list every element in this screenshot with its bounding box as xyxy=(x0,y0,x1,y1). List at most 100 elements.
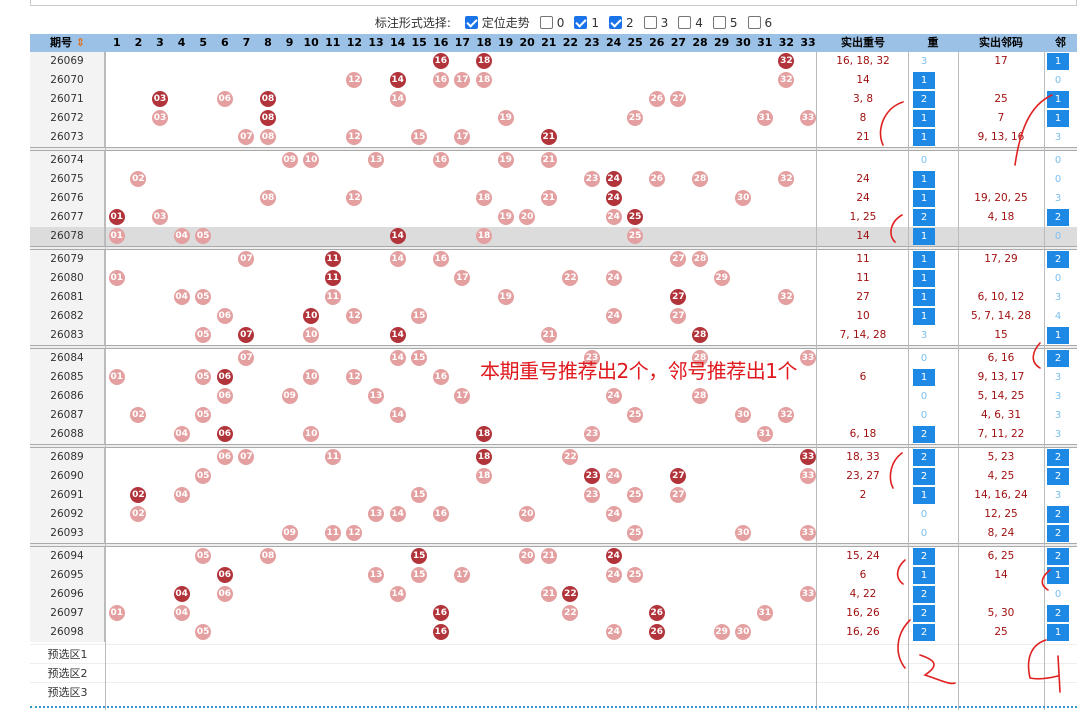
number-ball[interactable]: 25 xyxy=(627,487,644,503)
number-ball[interactable]: 15 xyxy=(411,350,428,366)
number-ball[interactable]: 16 xyxy=(432,624,449,640)
number-ball[interactable]: 26 xyxy=(648,605,665,621)
number-ball[interactable]: 28 xyxy=(692,388,708,404)
number-ball[interactable]: 05 xyxy=(195,624,212,640)
number-ball[interactable]: 21 xyxy=(540,327,557,343)
number-ball[interactable]: 04 xyxy=(173,605,190,621)
number-ball[interactable]: 21 xyxy=(540,190,557,206)
number-ball[interactable]: 23 xyxy=(584,171,600,187)
number-ball[interactable]: 10 xyxy=(303,327,320,343)
number-ball[interactable]: 30 xyxy=(735,624,752,640)
number-ball[interactable]: 21 xyxy=(540,152,557,168)
option-checkbox[interactable] xyxy=(678,16,692,30)
sort-arrows-icon[interactable]: ⇕ xyxy=(72,36,85,49)
number-ball[interactable]: 11 xyxy=(324,525,341,541)
number-ball[interactable]: 16 xyxy=(432,152,449,168)
number-ball[interactable]: 14 xyxy=(389,228,406,244)
number-ball[interactable]: 30 xyxy=(735,407,752,423)
number-ball[interactable]: 19 xyxy=(497,209,514,225)
number-ball[interactable]: 04 xyxy=(173,228,190,244)
number-ball[interactable]: 23 xyxy=(584,468,600,484)
number-ball[interactable]: 26 xyxy=(648,91,665,107)
preselect-row[interactable]: 预选区1 xyxy=(30,644,1077,663)
number-ball[interactable]: 24 xyxy=(605,567,622,583)
number-ball[interactable]: 27 xyxy=(670,308,687,324)
number-ball[interactable]: 24 xyxy=(605,171,622,187)
number-ball[interactable]: 11 xyxy=(324,251,341,267)
number-ball[interactable]: 12 xyxy=(346,525,363,541)
number-ball[interactable]: 31 xyxy=(756,110,773,126)
number-ball[interactable]: 16 xyxy=(432,369,449,385)
option-checkbox[interactable] xyxy=(464,16,478,29)
option-4[interactable]: 3 xyxy=(634,15,668,30)
number-ball[interactable]: 22 xyxy=(562,449,579,465)
number-ball[interactable]: 18 xyxy=(476,468,492,484)
number-ball[interactable]: 10 xyxy=(303,426,320,442)
number-ball[interactable]: 08 xyxy=(260,190,276,206)
number-ball[interactable]: 17 xyxy=(454,72,471,88)
number-ball[interactable]: 27 xyxy=(670,468,687,484)
number-ball[interactable]: 21 xyxy=(540,586,557,602)
number-ball[interactable]: 20 xyxy=(519,548,536,564)
number-ball[interactable]: 14 xyxy=(389,350,406,366)
number-ball[interactable]: 14 xyxy=(389,72,406,88)
number-ball[interactable]: 04 xyxy=(173,289,190,305)
number-ball[interactable]: 24 xyxy=(605,624,622,640)
number-ball[interactable]: 24 xyxy=(605,209,622,225)
number-ball[interactable]: 20 xyxy=(519,506,536,522)
number-ball[interactable]: 05 xyxy=(195,289,212,305)
number-ball[interactable]: 06 xyxy=(216,586,233,602)
option-checkbox[interactable] xyxy=(574,16,588,30)
number-ball[interactable]: 18 xyxy=(476,449,492,465)
number-ball[interactable]: 30 xyxy=(735,525,752,541)
number-ball[interactable]: 14 xyxy=(389,327,406,343)
number-ball[interactable]: 07 xyxy=(238,449,255,465)
option-checkbox[interactable] xyxy=(539,16,553,30)
number-ball[interactable]: 24 xyxy=(605,308,622,324)
number-ball[interactable]: 24 xyxy=(605,506,622,522)
number-ball[interactable]: 17 xyxy=(454,270,471,286)
number-ball[interactable]: 12 xyxy=(346,72,363,88)
number-ball[interactable]: 10 xyxy=(303,308,320,324)
number-ball[interactable]: 13 xyxy=(368,388,384,404)
number-ball[interactable]: 16 xyxy=(432,72,449,88)
number-ball[interactable]: 16 xyxy=(432,53,449,69)
number-ball[interactable]: 12 xyxy=(346,369,363,385)
option-checkbox[interactable] xyxy=(712,16,726,30)
number-ball[interactable]: 22 xyxy=(562,586,579,602)
number-ball[interactable]: 08 xyxy=(260,91,276,107)
number-ball[interactable]: 21 xyxy=(540,548,557,564)
number-ball[interactable]: 14 xyxy=(389,251,406,267)
option-5[interactable]: 4 xyxy=(668,15,703,30)
option-6[interactable]: 5 xyxy=(703,15,738,30)
number-ball[interactable]: 22 xyxy=(562,270,579,286)
number-ball[interactable]: 17 xyxy=(454,129,471,145)
number-ball[interactable]: 01 xyxy=(108,209,125,225)
number-ball[interactable]: 16 xyxy=(432,605,449,621)
number-ball[interactable]: 26 xyxy=(648,624,665,640)
number-ball[interactable]: 09 xyxy=(281,388,298,404)
number-ball[interactable]: 29 xyxy=(713,624,730,640)
number-ball[interactable]: 07 xyxy=(238,350,255,366)
number-ball[interactable]: 27 xyxy=(670,251,687,267)
number-ball[interactable]: 22 xyxy=(562,605,579,621)
number-ball[interactable]: 06 xyxy=(216,308,233,324)
number-ball[interactable]: 23 xyxy=(584,426,600,442)
number-ball[interactable]: 15 xyxy=(411,308,428,324)
number-ball[interactable]: 04 xyxy=(173,487,190,503)
number-ball[interactable]: 32 xyxy=(778,53,795,69)
number-ball[interactable]: 25 xyxy=(627,567,644,583)
number-ball[interactable]: 24 xyxy=(605,388,622,404)
number-ball[interactable]: 26 xyxy=(648,171,665,187)
number-ball[interactable]: 11 xyxy=(324,449,341,465)
number-ball[interactable]: 25 xyxy=(627,407,644,423)
number-ball[interactable]: 01 xyxy=(108,270,125,286)
number-ball[interactable]: 15 xyxy=(411,129,428,145)
number-ball[interactable]: 05 xyxy=(195,369,212,385)
number-ball[interactable]: 03 xyxy=(152,91,168,107)
number-ball[interactable]: 29 xyxy=(713,270,730,286)
option-0[interactable]: 定位走势 xyxy=(455,14,530,31)
number-ball[interactable]: 11 xyxy=(324,270,341,286)
number-ball[interactable]: 14 xyxy=(389,407,406,423)
number-ball[interactable]: 05 xyxy=(195,468,212,484)
